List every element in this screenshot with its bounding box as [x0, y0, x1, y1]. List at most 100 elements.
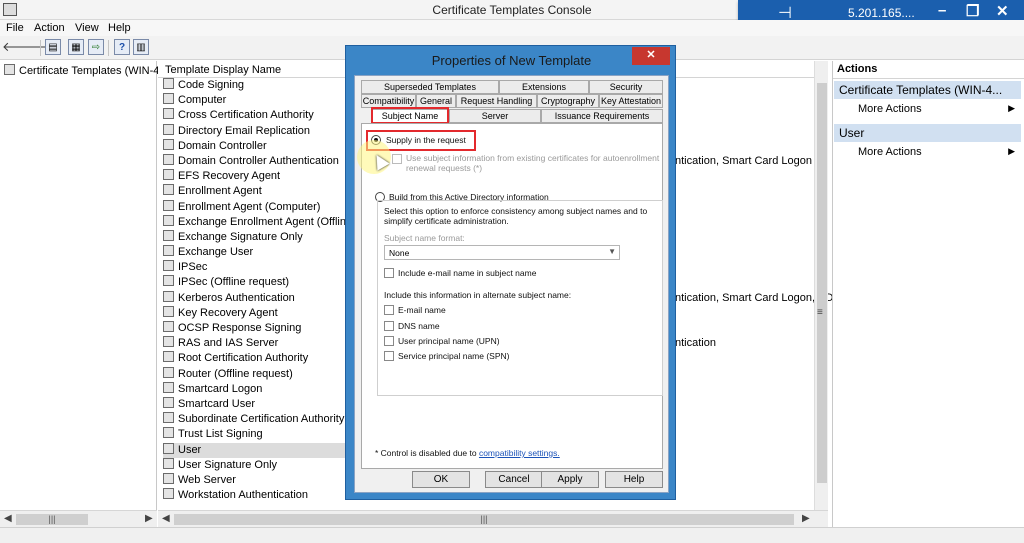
template-list-item[interactable]: Domain Controller	[163, 138, 371, 154]
list-horizontal-scrollbar[interactable]: ◀ ||| ▶	[158, 510, 828, 527]
template-list-item[interactable]: Exchange Enrollment Agent (Offline req	[163, 214, 371, 230]
tab-key-attestation[interactable]: Key Attestation	[599, 94, 663, 108]
scroll-right-icon[interactable]: ▶	[145, 513, 153, 524]
export-icon[interactable]: ⇨	[88, 39, 104, 55]
apply-button[interactable]: Apply	[541, 471, 599, 488]
action-pane-icon[interactable]: ▥	[133, 39, 149, 55]
tree-item-certificate-templates[interactable]: Certificate Templates (WIN-4U0	[4, 64, 173, 77]
certificate-template-icon	[163, 169, 174, 181]
menu-action[interactable]: Action	[34, 22, 65, 34]
help-button[interactable]: Help	[605, 471, 663, 488]
certificate-template-icon	[163, 442, 174, 454]
remote-host-label: 5.201.165....	[848, 6, 915, 20]
template-list-item[interactable]: Directory Email Replication	[163, 123, 371, 139]
template-list-item[interactable]: Trust List Signing	[163, 427, 371, 442]
tab-general[interactable]: General	[416, 94, 456, 108]
template-list-item[interactable]: Exchange User	[163, 245, 371, 260]
subject-name-format-select[interactable]: None ▼	[384, 245, 620, 260]
tab-cryptography[interactable]: Cryptography	[537, 94, 599, 108]
properties-icon[interactable]: ▦	[68, 39, 84, 55]
scroll-thumb[interactable]: |||	[174, 514, 794, 525]
template-list-item[interactable]: Smartcard Logon	[163, 381, 371, 397]
template-list-item[interactable]: Workstation Authentication	[163, 488, 371, 503]
template-list-item[interactable]: Enrollment Agent (Computer)	[163, 199, 371, 215]
template-list-item[interactable]: Router (Offline request)	[163, 366, 371, 382]
use-existing-subject-info-checkbox[interactable]	[392, 154, 402, 164]
more-actions-templates[interactable]: More Actions ▶	[858, 103, 1018, 115]
template-list-item[interactable]: Root Certification Authority	[163, 351, 371, 366]
template-list-item[interactable]: Kerberos Authentication	[163, 290, 371, 306]
tree-horizontal-scrollbar[interactable]: ◀ ||| ▶	[0, 510, 157, 527]
certificate-template-icon	[163, 412, 174, 424]
template-list-item[interactable]: IPSec	[163, 260, 371, 275]
template-list-item[interactable]: User	[163, 442, 372, 458]
template-list-item[interactable]: Subordinate Certification Authority	[163, 412, 371, 427]
template-list-item[interactable]: Key Recovery Agent	[163, 305, 371, 321]
template-list-item[interactable]: Web Server	[163, 472, 371, 488]
template-list-item[interactable]: Enrollment Agent	[163, 184, 371, 199]
dialog-title: Properties of New Template	[431, 53, 592, 68]
actions-section-certificate-templates[interactable]: Certificate Templates (WIN-4...	[834, 81, 1021, 99]
ok-button[interactable]: OK	[412, 471, 470, 488]
certificate-template-icon	[163, 351, 174, 363]
alt-dns-checkbox[interactable]	[384, 321, 394, 331]
template-list-item[interactable]: Domain Controller Authentication	[163, 153, 371, 169]
template-list-item[interactable]: Smartcard User	[163, 396, 371, 412]
template-list-item[interactable]: EFS Recovery Agent	[163, 169, 371, 184]
help-icon[interactable]: ?	[114, 39, 130, 55]
include-email-checkbox[interactable]	[384, 268, 394, 278]
tab-server[interactable]: Server	[449, 109, 541, 123]
ad-description-line-2: simplify certificate administration.	[384, 216, 509, 226]
certificate-template-icon	[163, 305, 174, 317]
scroll-thumb[interactable]: |||	[16, 514, 88, 525]
menu-help[interactable]: Help	[108, 22, 131, 34]
restore-icon[interactable]: ❐	[966, 2, 979, 20]
alternate-subject-header: Include this information in alternate su…	[384, 290, 572, 300]
scroll-right-icon[interactable]: ▶	[802, 513, 810, 524]
scroll-grip-icon: ≡	[817, 307, 823, 318]
more-actions-user[interactable]: More Actions ▶	[858, 146, 1018, 158]
forward-arrow-icon[interactable]: 🡒	[20, 39, 55, 55]
template-list-item[interactable]: RAS and IAS Server	[163, 336, 371, 351]
template-list-item[interactable]: Code Signing	[163, 78, 371, 93]
menu-file[interactable]: File	[6, 22, 24, 34]
tab-compatibility[interactable]: Compatibility	[361, 94, 416, 108]
menu-view[interactable]: View	[75, 22, 99, 34]
scroll-left-icon[interactable]: ◀	[4, 513, 12, 524]
alt-email-checkbox[interactable]	[384, 305, 394, 315]
back-arrow-icon[interactable]: 🡐	[2, 39, 37, 55]
template-folder-icon	[4, 64, 15, 75]
scroll-left-icon[interactable]: ◀	[162, 513, 170, 524]
alt-spn-checkbox[interactable]	[384, 351, 394, 361]
highlight-subject-name-tab	[371, 107, 449, 124]
template-list-item[interactable]: IPSec (Offline request)	[163, 275, 371, 290]
template-list-item[interactable]: Computer	[163, 93, 371, 108]
tab-superseded-templates[interactable]: Superseded Templates	[361, 80, 499, 94]
close-icon[interactable]: ✕	[996, 2, 1009, 20]
toolbar-separator	[40, 40, 41, 56]
tab-extensions[interactable]: Extensions	[499, 80, 589, 94]
alt-upn-checkbox[interactable]	[384, 336, 394, 346]
cancel-button[interactable]: Cancel	[485, 471, 543, 488]
show-tree-icon[interactable]: ▤	[45, 39, 61, 55]
compatibility-settings-link[interactable]: compatibility settings.	[479, 448, 560, 458]
certificate-template-icon	[163, 78, 174, 89]
scroll-thumb[interactable]	[817, 83, 827, 483]
tab-security[interactable]: Security	[589, 80, 663, 94]
tab-issuance-requirements[interactable]: Issuance Requirements	[541, 109, 663, 123]
properties-dialog: Properties of New Template ✕ Superseded …	[345, 45, 676, 500]
supply-in-request-label: Supply in the request	[386, 135, 466, 145]
list-vertical-scrollbar[interactable]: ≡	[814, 61, 828, 510]
template-list-item[interactable]: OCSP Response Signing	[163, 321, 371, 336]
actions-section-user[interactable]: User	[834, 124, 1021, 142]
template-list-item[interactable]: Exchange Signature Only	[163, 229, 371, 245]
template-list-item[interactable]: User Signature Only	[163, 457, 371, 473]
alt-spn-label: Service principal name (SPN)	[398, 351, 510, 361]
toolbar-separator	[108, 40, 109, 56]
template-list-item[interactable]: Cross Certification Authority	[163, 108, 371, 123]
tab-request-handling[interactable]: Request Handling	[456, 94, 537, 108]
minimize-icon[interactable]: –	[938, 2, 946, 19]
chevron-down-icon: ▼	[608, 247, 616, 256]
dialog-close-button[interactable]: ✕	[632, 47, 670, 65]
certificate-template-icon	[163, 472, 174, 484]
